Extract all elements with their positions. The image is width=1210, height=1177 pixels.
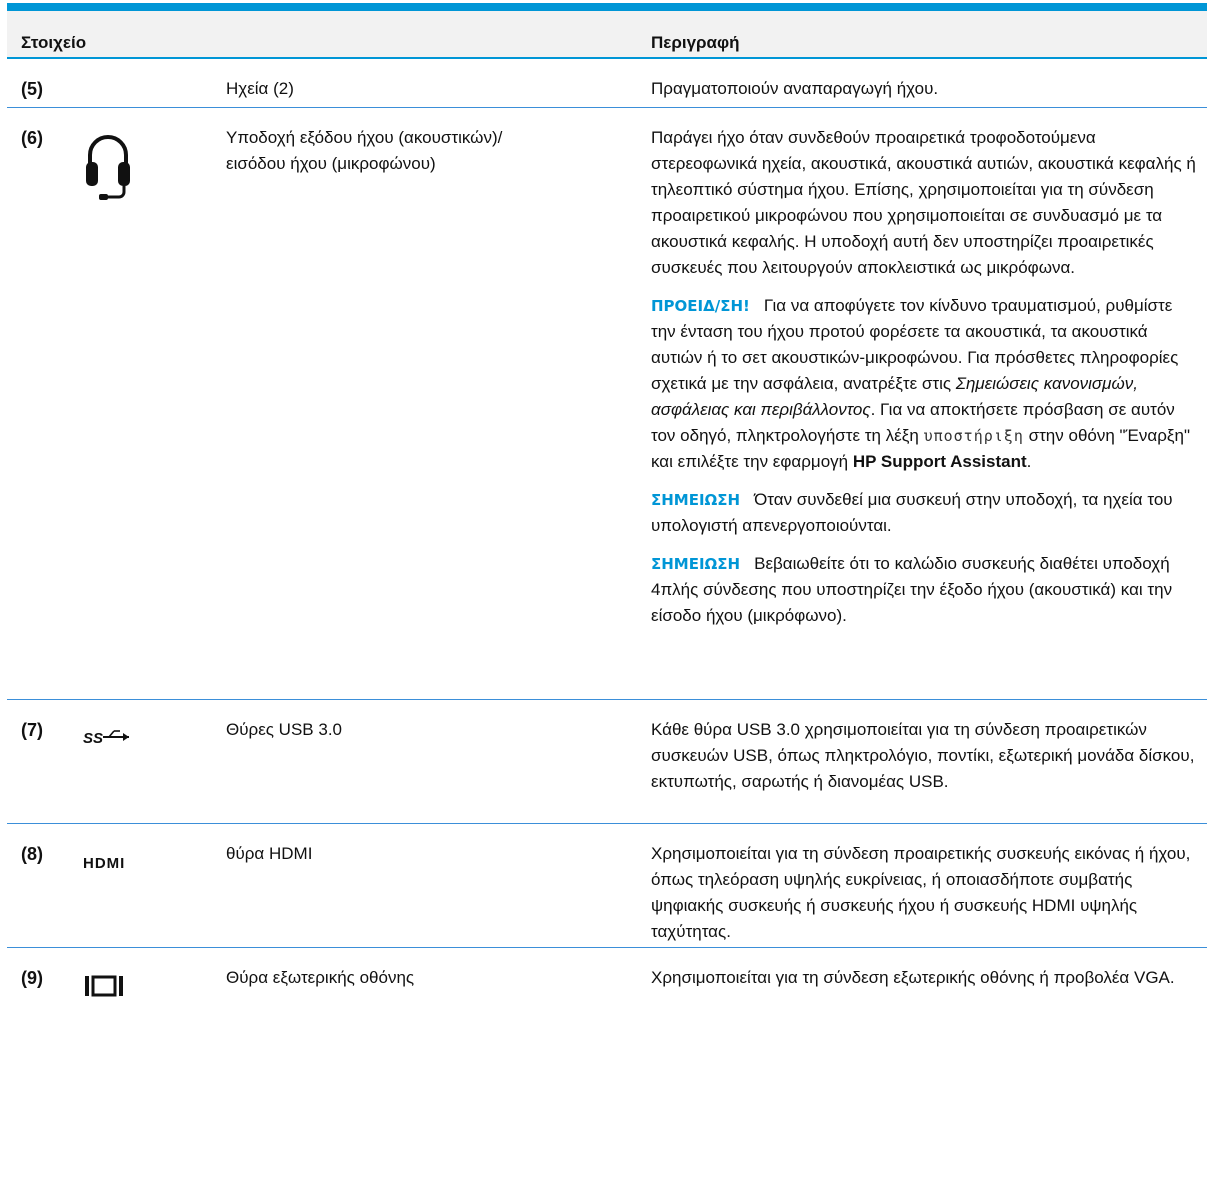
description-text: Χρησιμοποιείται για τη σύνδεση εξωτερική… xyxy=(651,968,1175,987)
description-text: Κάθε θύρα USB 3.0 χρησιμοποιείται για τη… xyxy=(651,720,1195,791)
row-number: (6) xyxy=(21,128,43,148)
usb-ss-mark: SS xyxy=(83,730,103,747)
table-row: (7) SS Θύρες USB 3.0 Κάθε θύρα USB 3.0 χ… xyxy=(7,700,1207,824)
table-row: (6) Υποδοχή εξόδου ήχου (ακουστικών)/ ει… xyxy=(7,108,1207,700)
component-description: Χρησιμοποιείται για τη σύνδεση εξωτερική… xyxy=(651,965,1196,1003)
warning-block: ΠΡΟΕΙΔ/ΣΗ! Για να αποφύγετε τον κίνδυνο τ… xyxy=(651,293,1196,475)
component-name-line: Υποδοχή εξόδου ήχου (ακουστικών)/ xyxy=(226,128,503,147)
note-label: ΣΗΜΕΙΩΣΗ xyxy=(651,555,741,573)
component-name: Υποδοχή εξόδου ήχου (ακουστικών)/ εισόδο… xyxy=(226,125,502,177)
description-text: Παράγει ήχο όταν συνδεθούν προαιρετικά τ… xyxy=(651,128,1196,277)
row-number: (9) xyxy=(21,968,43,988)
table-row: (8) HDMI θύρα HDMI Χρησιμοποιείται για τ… xyxy=(7,824,1207,948)
description-text: Χρησιμοποιείται για τη σύνδεση προαιρετι… xyxy=(651,844,1191,941)
warning-text: . xyxy=(1026,452,1032,471)
row-number: (7) xyxy=(21,720,43,740)
note-label: ΣΗΜΕΙΩΣΗ xyxy=(651,491,741,509)
note-block: ΣΗΜΕΙΩΣΗ Όταν συνδεθεί μια συσκευή στην υ… xyxy=(651,487,1196,539)
note-block: ΣΗΜΕΙΩΣΗ Βεβαιωθείτε ότι το καλώδιο συσκε… xyxy=(651,551,1196,629)
component-name: θύρα HDMI xyxy=(226,844,313,863)
row-number: (8) xyxy=(21,844,43,864)
component-name: Θύρα εξωτερικής οθόνης xyxy=(226,968,415,987)
search-term: υποστήριξη xyxy=(923,427,1024,445)
component-name-line: εισόδου ήχου (μικροφώνου) xyxy=(226,154,436,173)
component-name: Ηχεία (2) xyxy=(226,79,294,98)
table-row: (5) Ηχεία (2) Πραγματοποιούν αναπαραγωγή… xyxy=(7,59,1207,108)
header-component: Στοιχείο xyxy=(21,33,87,52)
hdmi-mark: HDMI xyxy=(83,855,125,872)
hdmi-icon: HDMI xyxy=(83,855,125,872)
component-description: Χρησιμοποιείται για τη σύνδεση προαιρετι… xyxy=(651,841,1196,957)
component-name: Θύρες USB 3.0 xyxy=(226,720,342,739)
table-header: Στοιχείο Περιγραφή xyxy=(7,11,1207,59)
warning-label: ΠΡΟΕΙΔ/ΣΗ! xyxy=(651,297,750,315)
header-description: Περιγραφή xyxy=(651,33,740,52)
component-description: Κάθε θύρα USB 3.0 χρησιμοποιείται για τη… xyxy=(651,717,1196,807)
table-row: (9) Θύρα εξωτερικής οθόνης Χρησιμοποιείτ… xyxy=(7,948,1207,1058)
description-text: Πραγματοποιούν αναπαραγωγή ήχου. xyxy=(651,79,939,98)
component-description: Παράγει ήχο όταν συνδεθούν προαιρετικά τ… xyxy=(651,125,1196,641)
external-monitor-icon xyxy=(85,975,123,997)
usb-superspeed-icon: SS xyxy=(83,730,129,747)
headset-icon xyxy=(86,135,130,200)
row-number: (5) xyxy=(21,79,43,99)
table-top-rule xyxy=(7,3,1207,11)
app-name: HP Support Assistant xyxy=(852,452,1027,471)
